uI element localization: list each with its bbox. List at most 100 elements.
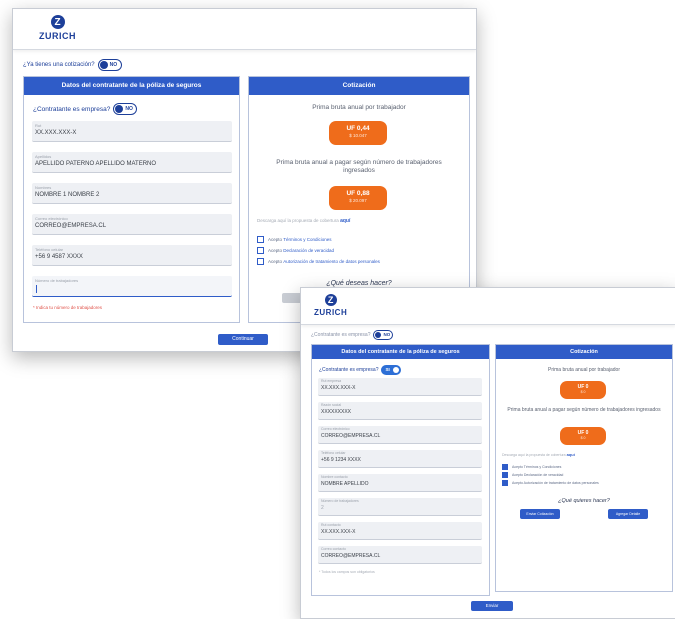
quote-panel: Cotización Prima bruta anual por trabaja… (495, 344, 673, 592)
toggle-text: NO (109, 62, 118, 68)
add-detail-button[interactable]: Agregar Detalle (608, 509, 648, 519)
business-name-field[interactable]: Razón social XXXXXXXXX (318, 402, 482, 420)
field-label: Número de trabajadores (321, 499, 359, 503)
toggle-text: NO (125, 106, 133, 112)
field-label: Correo electrónico (35, 216, 68, 221)
check-link[interactable]: Declaración de veracidad (283, 248, 334, 253)
field-value: APELLIDO PATERNO APELLIDO MATERNO (35, 161, 157, 167)
send-button[interactable]: Enviar (471, 601, 513, 611)
premium-total-clp: $ 20.097 (349, 198, 367, 203)
check-text: Acepto Autorización de tratamiento de da… (512, 481, 599, 485)
what-to-do-heading: ¿Qué quieres hacer? (558, 498, 610, 504)
checkbox-checked[interactable] (502, 480, 508, 486)
check-text: Acepto (268, 237, 283, 242)
checkbox[interactable] (257, 236, 264, 243)
premium-per-worker-label: Prima bruta anual por trabajador (312, 104, 406, 111)
rut-field[interactable]: Rut XX.XXX.XXX-X (32, 121, 232, 142)
contractor-panel-title: Datos del contratante de la póliza de se… (24, 77, 239, 95)
have-quote-row: ¿Ya tienes una cotización? NO (23, 59, 122, 71)
zurich-logo-icon: Z (50, 15, 65, 29)
checkbox[interactable] (257, 258, 264, 265)
field-label: Apellidos (35, 154, 52, 159)
header-bar: Z ZURICH (13, 9, 476, 50)
first-names-field[interactable]: Nombres NOMBRE 1 NOMBRE 2 (32, 183, 232, 204)
field-label: Teléfono celular (321, 451, 346, 455)
premium-per-worker-badge: UF 0,44 $ 10.047 (329, 121, 387, 145)
is-company-toggle[interactable]: NO (113, 103, 138, 115)
checkbox-checked[interactable] (502, 464, 508, 470)
download-hint-text: Descarga aquí la propuesta de cobertura (502, 453, 566, 457)
is-company-row: ¿Contratante es empresa? SI (319, 365, 402, 375)
zurich-logo-icon: Z (324, 294, 337, 306)
required-fields-hint: * Todos los campos son obligatorios (319, 570, 375, 574)
premium-total-clp: $ 0 (580, 436, 586, 440)
send-quote-button[interactable]: Enviar Cotización (520, 509, 560, 519)
contractor-panel: Datos del contratante de la póliza de se… (23, 76, 240, 323)
toggle-knob (115, 105, 124, 113)
last-names-field[interactable]: Apellidos APELLIDO PATERNO APELLIDO MATE… (32, 152, 232, 173)
premium-total-uf: UF 0,88 (346, 190, 370, 197)
brand-name: ZURICH (39, 31, 76, 41)
premium-total-badge: UF 0 $ 0 (560, 427, 606, 445)
field-label: Nombres (35, 185, 52, 190)
toggle-knob (393, 367, 400, 373)
field-value: NOMBRE 1 NOMBRE 2 (35, 192, 100, 198)
checkbox-checked[interactable] (502, 472, 508, 478)
premium-total-badge: UF 0,88 $ 20.097 (329, 186, 387, 210)
is-company-label: ¿Contratante es empresa? (33, 105, 111, 113)
check-link[interactable]: Términos y Condiciones (283, 237, 331, 242)
premium-per-worker-uf: UF 0,44 (346, 125, 370, 132)
accept-data-check[interactable]: Acepto Autorización de tratamiento de da… (502, 480, 599, 486)
download-link[interactable]: aquí (567, 452, 575, 457)
email-field[interactable]: Correo electrónico CORREO@EMPRESA.CL (32, 214, 232, 235)
field-label: Nombre contacto (321, 475, 348, 479)
field-value: NOMBRE APELLIDO (321, 481, 369, 487)
check-text: Acepto Términos y Condiciones (512, 465, 562, 469)
contact-rut-field[interactable]: Rut contacto XX.XXX.XXX-X (318, 522, 482, 540)
check-link[interactable]: Autorización de tratamiento de datos per… (283, 259, 380, 264)
accept-veracity-check[interactable]: Acepto Declaración de veracidad (257, 247, 334, 254)
check-text: Acepto Declaración de veracidad (512, 473, 564, 477)
accept-data-check[interactable]: Acepto Autorización de tratamiento de da… (257, 258, 380, 265)
company-rut-field[interactable]: Rut empresa XX.XXX.XXX-X (318, 378, 482, 396)
phone-field[interactable]: Teléfono celular +56 9 1234 XXXX (318, 450, 482, 468)
continue-button[interactable]: Continuar (218, 334, 268, 345)
field-value: XX.XXX.XXX-X (35, 130, 77, 136)
field-value: +56 9 4587 XXXX (35, 254, 83, 260)
contact-name-field[interactable]: Nombre contacto NOMBRE APELLIDO (318, 474, 482, 492)
contact-email-field[interactable]: Correo contacto CORREO@EMPRESA.CL (318, 546, 482, 564)
have-quote-toggle[interactable]: NO (373, 330, 394, 340)
quote-panel-title: Cotización (496, 345, 672, 359)
what-to-do-heading: ¿Qué deseas hacer? (326, 280, 392, 287)
phone-field[interactable]: Teléfono celular +56 9 4587 XXXX (32, 245, 232, 266)
check-text: Acepto (268, 259, 283, 264)
accept-terms-check[interactable]: Acepto Términos y Condiciones (257, 236, 332, 243)
field-label: Teléfono celular (35, 247, 64, 252)
field-label: Correo electrónico (321, 427, 350, 431)
checkbox[interactable] (257, 247, 264, 254)
is-company-toggle[interactable]: SI (381, 365, 402, 375)
quote-panel: Cotización Prima bruta anual por trabaja… (248, 76, 470, 323)
is-company-row: ¿Contratante es empresa? NO (33, 103, 138, 115)
workers-count-field[interactable]: Número de trabajadores (32, 276, 232, 297)
zurich-logo: Z ZURICH (39, 15, 76, 41)
download-hint-text: Descarga aquí la propuesta de cobertura (257, 218, 339, 223)
contractor-panel: Datos del contratante de la póliza de se… (311, 344, 490, 596)
premium-total-label: Prima bruta anual a pagar según número d… (276, 159, 442, 174)
accept-terms-check[interactable]: Acepto Términos y Condiciones (502, 464, 561, 470)
zurich-logo: Z ZURICH (314, 294, 347, 317)
premium-per-worker-badge: UF 0 $ 0 (560, 381, 606, 399)
toggle-knob (375, 332, 382, 338)
premium-per-worker-label: Prima bruta anual por trabajador (548, 367, 620, 373)
premium-total-label: Prima bruta anual a pagar según número d… (507, 407, 661, 413)
have-quote-toggle[interactable]: NO (97, 59, 122, 71)
field-value: CORREO@EMPRESA.CL (321, 433, 381, 439)
download-link[interactable]: aquí (340, 218, 350, 224)
workers-count-field[interactable]: Número de trabajadores 2 (318, 498, 482, 516)
email-field[interactable]: Correo electrónico CORREO@EMPRESA.CL (318, 426, 482, 444)
accept-veracity-check[interactable]: Acepto Declaración de veracidad (502, 472, 563, 478)
download-hint: Descarga aquí la propuesta de cobertura … (257, 218, 350, 224)
toggle-knob (99, 61, 108, 69)
brand-name: ZURICH (314, 308, 348, 317)
text-cursor (36, 285, 37, 293)
